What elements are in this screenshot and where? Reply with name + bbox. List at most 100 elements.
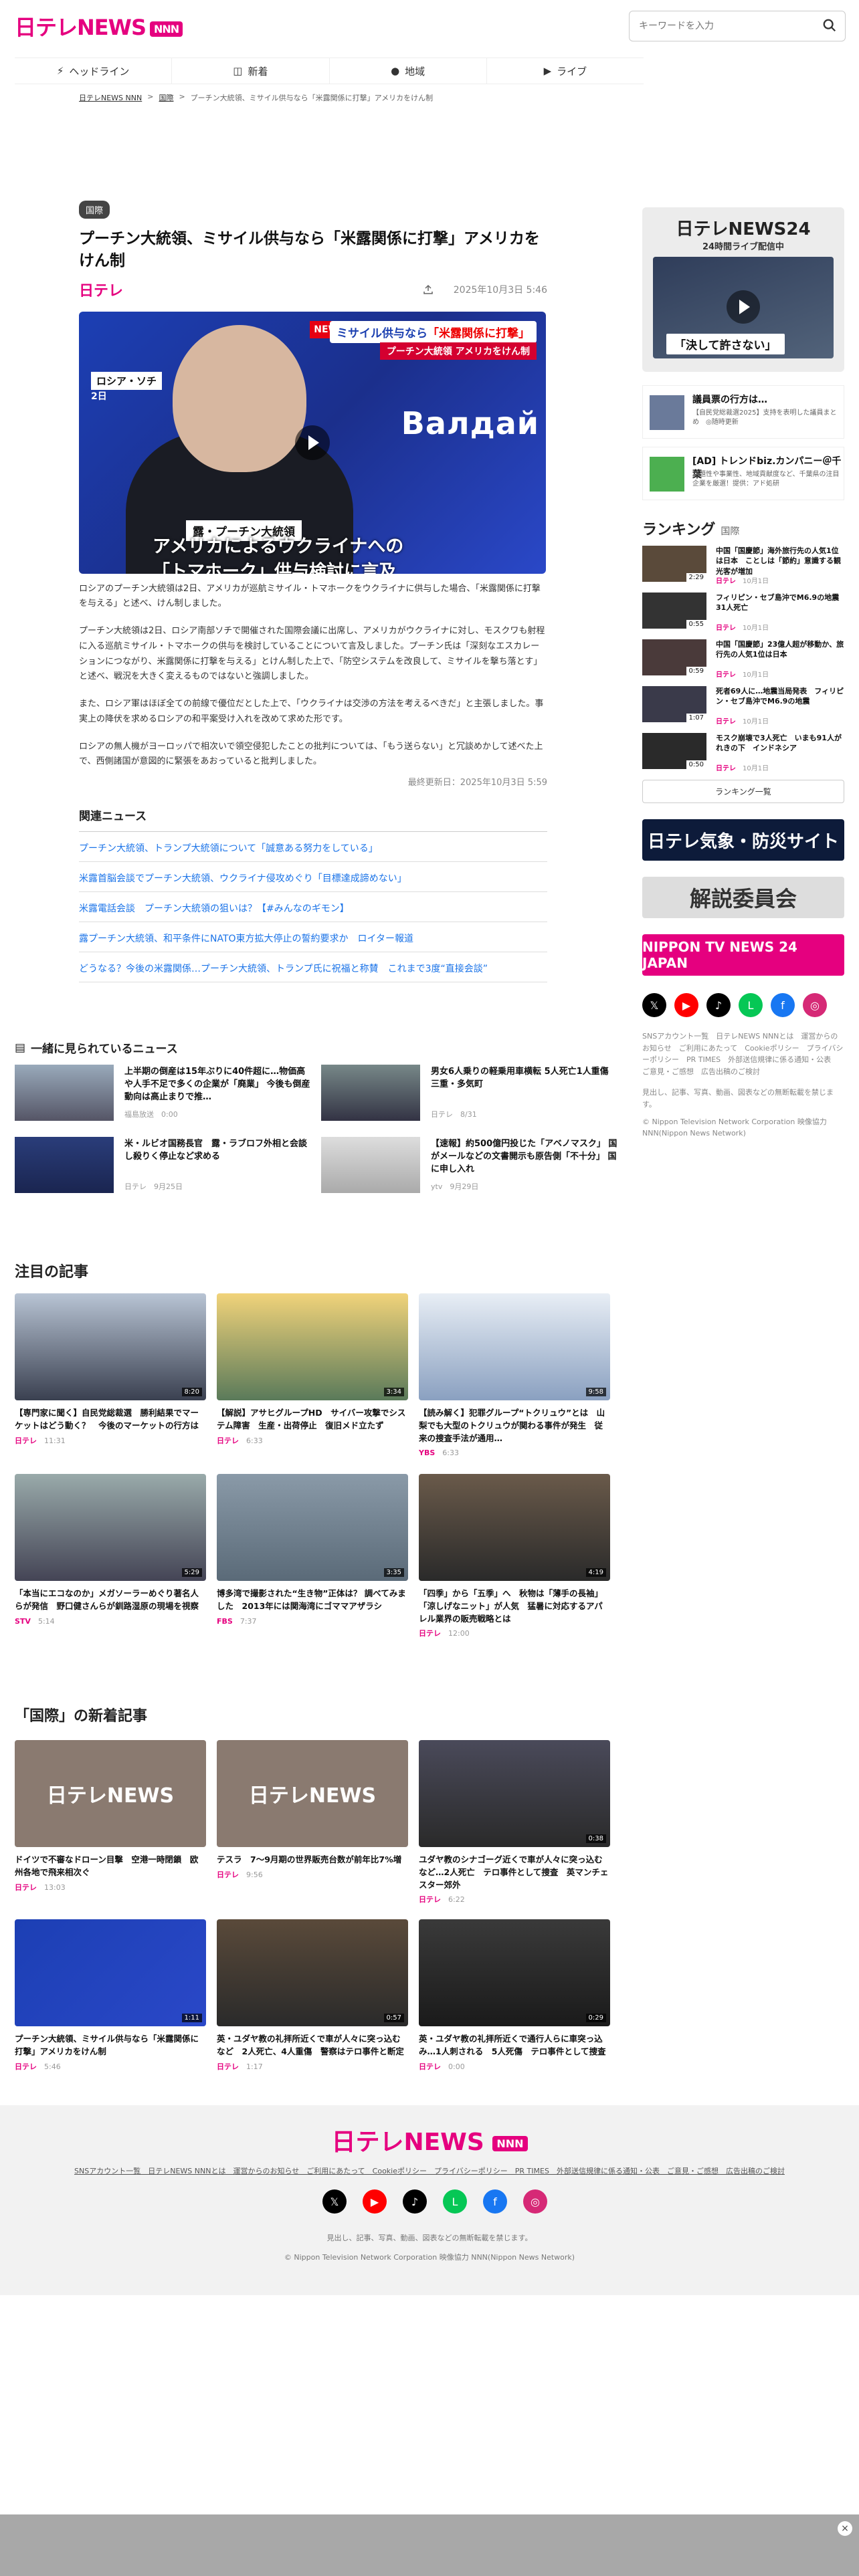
youtube-icon[interactable]: ▶ [363,2189,387,2214]
instagram-icon[interactable]: ◎ [523,2189,547,2214]
category-tag[interactable]: 国際 [79,201,110,219]
location-label: ロシア・ソチ [91,371,163,390]
article-card[interactable]: 日テレNEWS ドイツで不審なドローン目撃 空港一時閉鎖 欧州各地で飛来相次ぐ 日テ… [15,1740,206,1893]
ad-image [650,395,684,430]
news24-banner[interactable]: NIPPON TV NEWS 24 JAPAN [642,934,844,976]
article-card[interactable]: 8:20 【専門家に聞く】自民党総裁選 勝利結果でマーケットはどう動く？ 今後のマ… [15,1293,206,1446]
article-card[interactable]: 0:38 ユダヤ教のシナゴーグ近くで車が人々に突っ込むなど…2人死亡 テロ事件とし… [419,1740,610,1905]
footer-social: 𝕏 ▶ ♪ L f ◎ [322,2189,547,2214]
live-caption: 「決して許さない」 [666,334,785,354]
page-title: プーチン大統領、ミサイル供与なら「米露関係に打撃」アメリカをけん制 [79,230,540,270]
search-box [629,11,846,41]
article-card[interactable]: 9:58 【読み解く】犯罪グループ“トクリュウ”とは 山梨でも大型のトクリュウが関… [419,1293,610,1458]
x-icon[interactable]: 𝕏 [322,2189,347,2214]
hero-video[interactable]: NEW ミサイル供与なら「米露関係に打撃」 プーチン大統領 アメリカをけん制 ロ… [79,311,546,574]
footer-rights: 見出し、記事、写真、動画、図表などの無断転載を禁じます。 [326,2234,533,2242]
weather-banner[interactable]: 日テレ気象・防災サイト [642,819,844,861]
tiktok-icon[interactable]: ♪ [403,2189,427,2214]
site-logo[interactable]: 日テレNEWS NNN [15,11,183,41]
search-icon[interactable] [822,18,837,33]
item-meta: 福島放送 0:00 [124,1110,178,1119]
ranking-item[interactable]: 2:29 中国「国慶節」海外旅行先の人気1位は日本 ことしは「節約」意識する観光客… [642,546,844,586]
featured-heading: 注目の記事 [15,1264,89,1281]
live-icon: ▶ [543,65,552,77]
latest-heading: 「国際」の新着記事 [15,1708,148,1725]
sidebar: 日テレNEWS24 24時間ライブ配信中 「決して許さない」 議員票の行方は… 【… [642,207,846,1140]
related-link[interactable]: 米露電話会談 プーチン大統領の狙いは？【#みんなのギモン】 [79,892,547,923]
footer-links[interactable]: SNSアカウント一覧 日テレNEWS NNNとは 運営からのお知らせ ご利用にあ… [0,2165,859,2176]
commentary-banner[interactable]: 解説委員会 [642,877,844,918]
article-body: ロシアのプーチン大統領は2日、アメリカが巡航ミサイル・トマホークをウクライナに供… [79,582,547,770]
article-card[interactable]: 3:35 博多湾で撮影された“生き物”正体は？ 調べてみました 2013年には関海… [217,1474,408,1626]
headline-badge: ミサイル供与なら「米露関係に打撃」 [330,320,537,343]
ad-image [650,457,684,492]
item-title: 【速報】約500億円投じた「アベノマスク」 国がメールなどの文書開示も原告側「不… [431,1139,617,1174]
ranking-item[interactable]: 0:50 モスク崩壊で3人死亡 いまも91人がれきの下 インドネシア 日テレ 10月… [642,733,844,773]
list-item[interactable]: 男女6人乗りの軽乗用車横転 5人死亡1人重傷 三重・多気町 日テレ 8/31 [321,1065,617,1121]
paragraph: ロシアのプーチン大統領は2日、アメリカが巡航ミサイル・トマホークをウクライナに供… [79,583,541,609]
nav-region[interactable]: ● 地域 [330,58,487,84]
close-icon[interactable]: × [838,2521,852,2536]
card-image: 8:20 [15,1293,206,1400]
youtube-icon[interactable]: ▶ [674,993,698,1017]
article-card[interactable]: 0:29 英・ユダヤ教の礼拝所近くで通行人らに車突っ込み…1人刺される 5人死傷 … [419,1919,610,2072]
nav-headline[interactable]: ⚡ ヘッドライン [15,58,173,84]
tiktok-icon[interactable]: ♪ [706,993,731,1017]
related-link[interactable]: どうなる？今後の米露関係…プーチン大統領、トランプ氏に祝福と称賛 これまで3度“… [79,952,547,983]
facebook-icon[interactable]: f [483,2189,507,2214]
article-meta: 日テレ 2025年10月3日 5:46 [79,281,547,300]
nav-new[interactable]: ◫ 新着 [172,58,330,84]
article-card[interactable]: 1:11 プーチン大統領、ミサイル供与なら「米露関係に打撃」アメリカをけん制 日テレ… [15,1919,206,2072]
sidebar-links[interactable]: SNSアカウント一覧 日テレNEWS NNNとは 運営からのお知らせ ご利用にあ… [642,1031,844,1077]
ranking-item[interactable]: 1:07 死者69人に…地震当局発表 フィリピン・セブ島沖でM6.9の地震 日テレ … [642,686,844,726]
ranking-all-button[interactable]: ランキング一覧 [642,780,844,803]
card-image: 4:19 [419,1474,610,1581]
source-logo: 日テレ [79,282,124,300]
live-video[interactable]: 「決して許さない」 [653,257,834,358]
share-icon[interactable] [423,284,434,295]
instagram-icon[interactable]: ◎ [803,993,827,1017]
nav-live[interactable]: ▶ ライブ [487,58,644,84]
ranking-heading: ランキング 国際 [642,522,740,538]
card-image: 0:57 [217,1919,408,2026]
breadcrumb-home[interactable]: 日テレNEWS NNN [79,92,142,103]
footer-logo[interactable]: 日テレNEWS NNN [0,2123,859,2157]
paragraph: ロシアの無人機がヨーロッパで相次いで領空侵犯したことの批判については、「もう送ら… [79,741,543,767]
ad-item[interactable]: [AD] トレンドbiz.カンパニー＠千葉 話題性や事業性、地域貢献度など、千葉県… [642,447,844,500]
line-icon[interactable]: L [443,2189,467,2214]
card-image: 0:29 [419,1919,610,2026]
related-link[interactable]: 米露首脳会談でプーチン大統領、ウクライナ侵攻めぐり「目標達成諦めない」 [79,862,547,893]
article-card[interactable]: 3:34 【解説】アサヒグループHD サイバー攻撃でシステム障害 生産・出荷停止 … [217,1293,408,1446]
line-icon[interactable]: L [739,993,763,1017]
list-item[interactable]: 米・ルビオ国務長官 露・ラブロフ外相と会談し殺りく停止など求める 日テレ 9月25… [15,1137,309,1193]
ranking-item[interactable]: 0:55 フィリピン・セブ島沖でM6.9の地震 31人死亡 日テレ 10月1日 [642,593,846,633]
paragraph: また、ロシア軍はほぼ全ての前線で優位だとした上で、「ウクライナは交渉の方法を考え… [79,699,544,724]
card-image: 9:58 [419,1293,610,1400]
card-image: 日テレNEWS [15,1740,206,1847]
ranking-item[interactable]: 0:59 中国「国慶節」23億人超が移動か、旅行先の人気1位は日本 日テレ 10月1… [642,639,844,679]
related-link[interactable]: 露プーチン大統領、和平条件にNATO東方拡大停止の誓約要求か ロイター報道 [79,922,547,953]
live-box[interactable]: 日テレNEWS24 24時間ライブ配信中 「決して許さない」 [642,207,844,372]
related-link[interactable]: プーチン大統領、トランプ大統領について「誠意ある努力をしている」 [79,832,547,863]
article-card[interactable]: 0:57 英・ユダヤ教の礼拝所近くで車が人々に突っ込むなど 2人死亡、4人重傷 警… [217,1919,408,2072]
live-subtitle: 24時間ライブ配信中 [702,242,785,252]
footer-copyright: © Nippon Television Network Corporation … [284,2253,575,2262]
card-image: 5:29 [15,1474,206,1581]
item-title: 男女6人乗りの軽乗用車横転 5人死亡1人重傷 三重・多気町 [431,1067,617,1089]
article-card[interactable]: 日テレNEWS テスラ 7～9月期の世界販売台数が前年比7%増 日テレ 9:56 [217,1740,408,1880]
breadcrumb-category[interactable]: 国際 [159,92,173,103]
thumbnail [321,1065,420,1121]
ad-item[interactable]: 議員票の行方は… 【自民党総裁選2025】支持を表明した議員まとめ ◎随時更新 [642,385,844,439]
play-icon[interactable] [295,425,330,460]
article-card[interactable]: 4:19 「四季」から「五季」へ 秋物は「薄手の長袖」「涼しげなニット」が人気 猛… [419,1474,610,1638]
list-item[interactable]: 【速報】約500億円投じた「アベノマスク」 国がメールなどの文書開示も原告側「不… [321,1137,617,1193]
play-icon[interactable] [727,290,760,324]
search-input[interactable] [639,18,813,34]
list-item[interactable]: 上半期の倒産は15年ぶりに40件超に…物価高や人手不足で多くの企業が「廃業」 今… [15,1065,310,1121]
article-card[interactable]: 5:29 「本当にエコなのか」メガソーラーめぐり著名人らが発信 野口健さんらが釧路… [15,1474,206,1626]
main-nav: ⚡ ヘッドライン ◫ 新着 ● 地域 ▶ ライブ [15,58,644,84]
facebook-icon[interactable]: f [771,993,795,1017]
thumbnail [321,1137,420,1193]
x-icon[interactable]: 𝕏 [642,993,666,1017]
site-footer: 日テレNEWS NNN SNSアカウント一覧 日テレNEWS NNNとは 運営か… [0,2105,859,2295]
